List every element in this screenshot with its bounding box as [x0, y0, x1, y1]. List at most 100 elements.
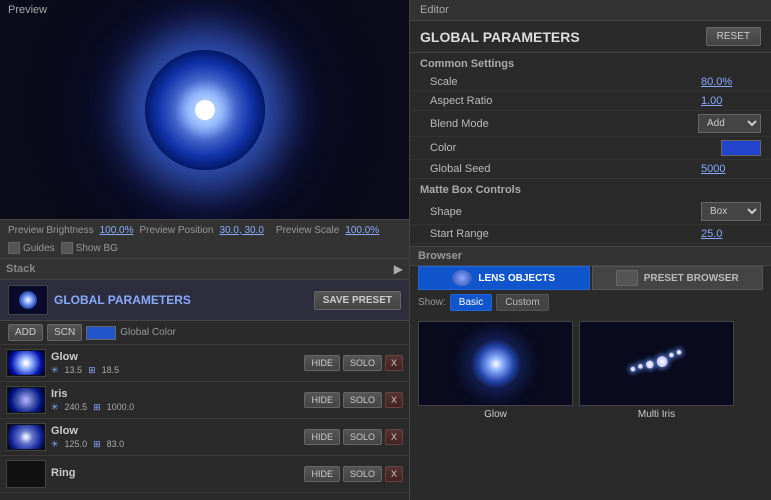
hide-button[interactable]: HIDE [304, 355, 340, 371]
lens-flare-visual [145, 50, 265, 170]
layer-thumb-iris [6, 386, 46, 414]
global-seed-value[interactable]: 5000 [701, 163, 761, 175]
star-icon: ✳ [51, 439, 59, 450]
scale-label: Scale [430, 76, 701, 88]
browser-header: Browser [410, 247, 771, 266]
remove-button[interactable]: X [385, 392, 403, 408]
add-button[interactable]: ADD [8, 324, 43, 341]
gp-controls: ADD SCN Global Color [0, 321, 409, 345]
solo-button[interactable]: SOLO [343, 466, 382, 482]
show-bg-check[interactable]: Show BG [61, 242, 118, 254]
basic-button[interactable]: Basic [450, 294, 492, 311]
main-layout: Preview Preview Brightness 100.0% Previe… [0, 0, 771, 500]
global-color-label: Global Color [120, 327, 176, 338]
guides-check[interactable]: Guides [8, 242, 55, 254]
blend-mode-row: Blend Mode Add Screen Normal [410, 111, 771, 137]
global-color-swatch[interactable] [86, 326, 116, 340]
layer-actions: HIDE SOLO X [304, 429, 403, 445]
glow-thumb-visual [8, 351, 44, 375]
layer-item[interactable]: Glow ✳ 125.0 ⊞ 83.0 HIDE SOLO X [0, 419, 409, 456]
save-preset-button[interactable]: SAVE PRESET [314, 291, 401, 310]
param2-value: 18.5 [102, 365, 120, 375]
layer-item[interactable]: Glow ✳ 13.5 ⊞ 18.5 HIDE SOLO X [0, 345, 409, 382]
guides-checkbox[interactable] [8, 242, 20, 254]
color-swatch[interactable] [721, 140, 761, 156]
hide-button[interactable]: HIDE [304, 466, 340, 482]
browser-tabs: LENS OBJECTS PRESET BROWSER [410, 266, 771, 290]
hide-button[interactable]: HIDE [304, 429, 340, 445]
layer-item[interactable]: Iris ✳ 240.5 ⊞ 1000.0 HIDE SOLO X [0, 382, 409, 419]
stack-arrow-icon: ▶ [394, 262, 403, 276]
layer-thumb-glow2 [6, 423, 46, 451]
browser-item-glow[interactable]: Glow [418, 321, 573, 420]
shape-row: Shape Box Circle Oval [410, 199, 771, 225]
editor-header: Editor [410, 0, 771, 21]
aspect-ratio-row: Aspect Ratio 1.00 [410, 92, 771, 111]
start-range-row: Start Range 25.0 [410, 225, 771, 244]
show-label: Show: [418, 297, 446, 308]
param2-value: 1000.0 [107, 402, 135, 412]
shape-dropdown[interactable]: Box Circle Oval [701, 202, 761, 221]
blend-mode-dropdown[interactable]: Add Screen Normal [698, 114, 761, 133]
stack-section: Stack ▶ GLOBAL PARAMETERS SAVE PRESET AD… [0, 259, 409, 500]
iris-dot [655, 355, 669, 369]
layer-params: ✳ 240.5 ⊞ 1000.0 [51, 402, 299, 413]
browser-grid: Glow [410, 315, 771, 426]
solo-button[interactable]: SOLO [343, 429, 382, 445]
right-panel: Editor GLOBAL PARAMETERS RESET Common Se… [410, 0, 771, 500]
layer-info: Glow ✳ 13.5 ⊞ 18.5 [51, 351, 299, 376]
hide-button[interactable]: HIDE [304, 392, 340, 408]
solo-button[interactable]: SOLO [343, 392, 382, 408]
preview-position-value[interactable]: 30.0, 30.0 [219, 225, 263, 236]
preview-position-label: Preview Position [140, 225, 214, 236]
param1-value: 125.0 [65, 439, 88, 449]
editor-label: Editor [420, 4, 449, 16]
solo-button[interactable]: SOLO [343, 355, 382, 371]
layer-item[interactable]: Ring HIDE SOLO X [0, 456, 409, 493]
browser-thumb-glow [418, 321, 573, 406]
stack-title: Stack [6, 263, 394, 275]
preview-scale-value[interactable]: 100.0% [345, 225, 379, 236]
preview-brightness-value[interactable]: 100.0% [100, 225, 134, 236]
lens-objects-label: LENS OBJECTS [478, 273, 555, 284]
start-range-value[interactable]: 25.0 [701, 228, 761, 240]
scn-button[interactable]: SCN [47, 324, 82, 341]
preset-browser-tab[interactable]: PRESET BROWSER [592, 266, 764, 290]
iris-dot [644, 359, 654, 369]
iris-dot [675, 349, 681, 355]
layer-list: Glow ✳ 13.5 ⊞ 18.5 HIDE SOLO X [0, 345, 409, 500]
remove-button[interactable]: X [385, 355, 403, 371]
iris-dot [629, 366, 635, 372]
global-seed-label: Global Seed [430, 163, 701, 175]
layer-name: Glow [51, 351, 299, 363]
custom-button[interactable]: Custom [496, 294, 548, 311]
browser-label: Browser [418, 250, 462, 262]
aspect-ratio-value[interactable]: 1.00 [701, 95, 761, 107]
browser-item-multi-iris[interactable]: Multi Iris [579, 321, 734, 420]
blend-mode-label: Blend Mode [430, 118, 698, 130]
show-bg-label: Show BG [76, 243, 118, 254]
layer-params: ✳ 125.0 ⊞ 83.0 [51, 439, 299, 450]
glow-preview [471, 339, 521, 389]
lens-objects-tab[interactable]: LENS OBJECTS [418, 266, 590, 290]
layer-actions: HIDE SOLO X [304, 355, 403, 371]
remove-button[interactable]: X [385, 429, 403, 445]
remove-button[interactable]: X [385, 466, 403, 482]
show-bg-checkbox[interactable] [61, 242, 73, 254]
scale-value[interactable]: 80.0% [701, 76, 761, 88]
grid-icon: ⊞ [93, 402, 101, 413]
param2-value: 83.0 [107, 439, 125, 449]
preview-section: Preview [0, 0, 409, 220]
reset-button[interactable]: RESET [706, 27, 761, 46]
matte-box-title: Matte Box Controls [410, 179, 771, 199]
glow2-thumb-visual [8, 425, 44, 449]
multi-iris-label: Multi Iris [579, 409, 734, 420]
browser-show-row: Show: Basic Custom [410, 290, 771, 315]
common-settings-title: Common Settings [410, 53, 771, 73]
gp-thumbnail [8, 285, 48, 315]
browser-section: Browser LENS OBJECTS PRESET BROWSER Show… [410, 246, 771, 426]
global-params-bar: GLOBAL PARAMETERS SAVE PRESET [0, 280, 409, 321]
guides-label: Guides [23, 243, 55, 254]
glow-label: Glow [418, 409, 573, 420]
preview-controls: Preview Brightness 100.0% Preview Positi… [0, 220, 409, 259]
